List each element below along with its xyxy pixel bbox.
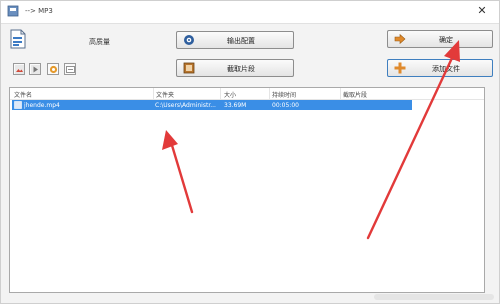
watermark <box>374 294 494 300</box>
column-separator <box>269 88 270 99</box>
converter-window: --> MP3 ✕ 高质量 输出配置 截取片段 确定 添加文件 文件名 文件夹 … <box>0 0 500 304</box>
cell-folder: C:\Users\Administr... <box>155 102 216 109</box>
column-header-segment[interactable]: 截取片段 <box>343 90 367 99</box>
column-separator <box>220 88 221 99</box>
cell-size: 33.69M <box>224 102 247 109</box>
tool-button-2[interactable] <box>29 63 41 75</box>
document-icon <box>9 29 27 49</box>
output-config-button[interactable]: 输出配置 <box>176 31 294 49</box>
capture-segment-button[interactable]: 截取片段 <box>176 59 294 77</box>
cell-file-name: jhende.mp4 <box>24 102 60 109</box>
close-button[interactable]: ✕ <box>475 4 489 18</box>
column-separator <box>153 88 154 99</box>
file-list[interactable]: 文件名 文件夹 大小 持续时间 截取片段 jhende.mp4 C:\Users… <box>9 87 485 293</box>
image-icon <box>15 65 24 74</box>
window-title: --> MP3 <box>25 7 53 15</box>
record-icon <box>49 65 58 74</box>
play-icon <box>31 65 40 74</box>
tool-button-4[interactable] <box>64 63 76 75</box>
settings-icon <box>66 66 75 73</box>
ok-button[interactable]: 确定 <box>387 30 493 48</box>
app-icon <box>7 5 19 17</box>
table-row[interactable]: jhende.mp4 C:\Users\Administr... 33.69M … <box>12 100 412 110</box>
column-header-size[interactable]: 大小 <box>224 90 236 99</box>
add-file-label: 添加文件 <box>432 65 460 73</box>
close-icon: ✕ <box>477 4 487 17</box>
ok-label: 确定 <box>439 36 453 44</box>
tool-button-3[interactable] <box>47 63 59 75</box>
column-header-duration[interactable]: 持续时间 <box>272 90 296 99</box>
column-header-file-name[interactable]: 文件名 <box>14 90 32 99</box>
list-header: 文件名 文件夹 大小 持续时间 截取片段 <box>10 88 484 100</box>
column-separator <box>340 88 341 99</box>
output-config-label: 输出配置 <box>227 37 255 45</box>
capture-segment-label: 截取片段 <box>227 65 255 73</box>
title-bar: --> MP3 ✕ <box>1 1 499 24</box>
column-header-folder[interactable]: 文件夹 <box>156 90 174 99</box>
quality-label: 高质量 <box>89 38 110 46</box>
tool-button-1[interactable] <box>13 63 25 75</box>
cell-duration: 00:05:00 <box>272 102 299 109</box>
add-file-button[interactable]: 添加文件 <box>387 59 493 77</box>
video-file-icon <box>14 101 22 111</box>
